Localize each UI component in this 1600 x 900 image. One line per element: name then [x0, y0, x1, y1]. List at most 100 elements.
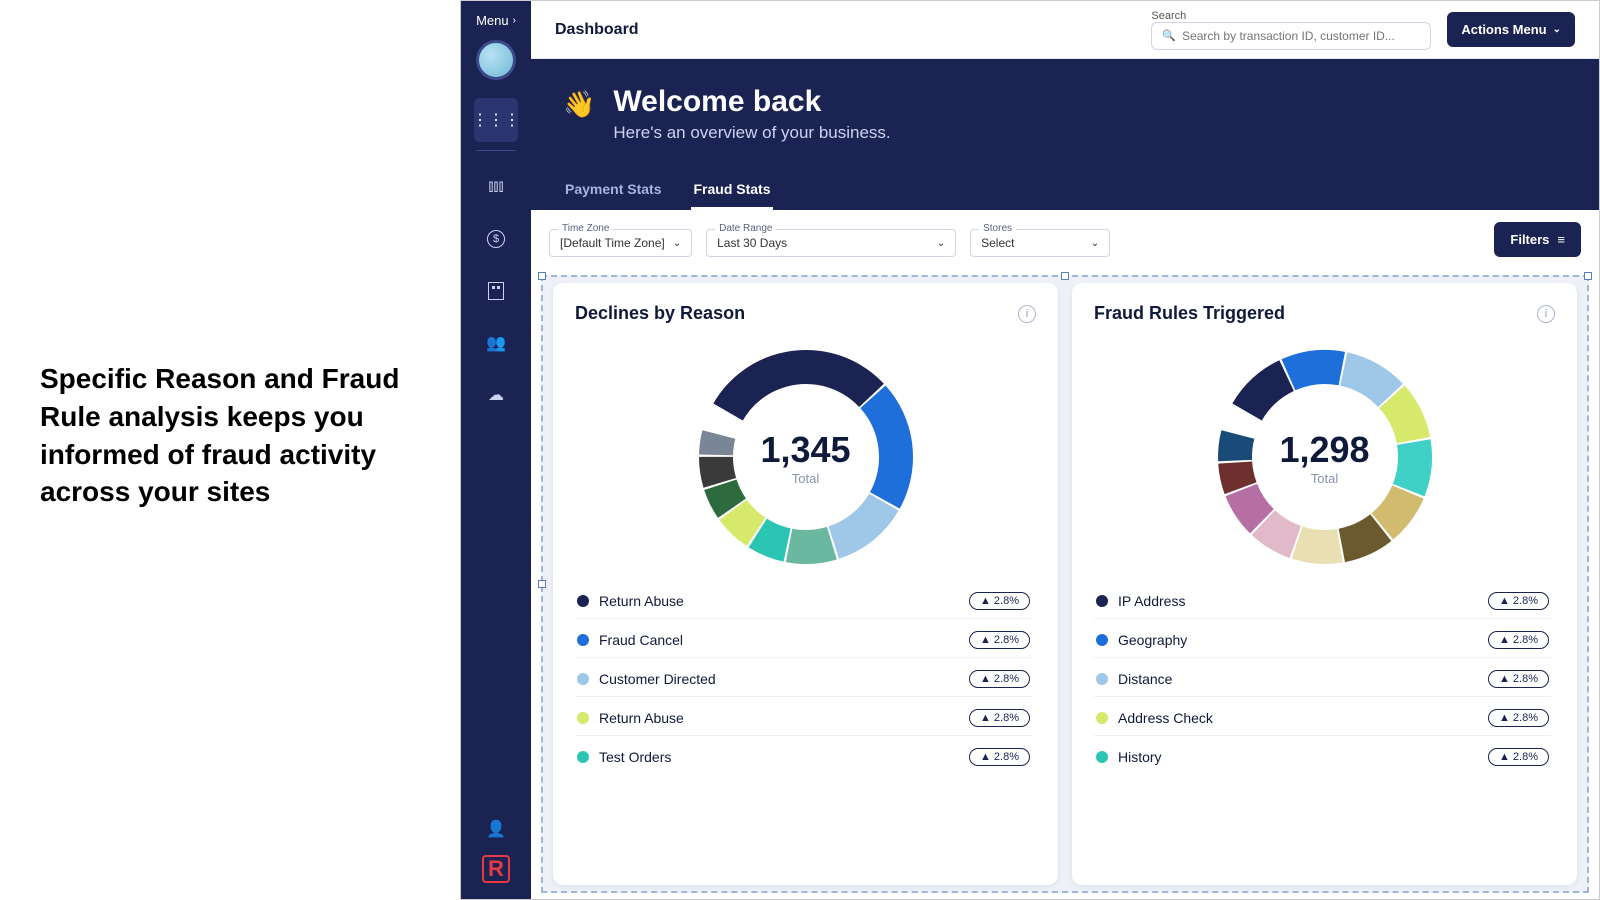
legend-row[interactable]: Return Abuse ▲ 2.8% [575, 705, 1032, 736]
legend-swatch [577, 712, 589, 724]
trend-pill: ▲ 2.8% [1488, 631, 1549, 649]
legend-name: History [1118, 749, 1162, 765]
legend-row[interactable]: IP Address ▲ 2.8% [1094, 588, 1551, 619]
nav-building[interactable] [474, 269, 518, 313]
legend-swatch [577, 634, 589, 646]
legend-row[interactable]: Test Orders▲ 2.8% [575, 744, 1032, 768]
filters-button[interactable]: Filters ≡ [1494, 222, 1581, 257]
legend-swatch [577, 673, 589, 685]
legend-name: Fraud Cancel [599, 632, 683, 648]
trend-pill: ▲ 2.8% [969, 709, 1030, 727]
legend-swatch [1096, 673, 1108, 685]
donut-chart-fraud: 1,298 Total [1210, 342, 1440, 572]
search-field: Search 🔍 [1151, 10, 1431, 50]
search-label: Search [1151, 10, 1431, 22]
search-icon: 🔍 [1162, 29, 1176, 42]
chevron-down-icon: ⌄ [1091, 238, 1099, 249]
search-box[interactable]: 🔍 [1151, 22, 1431, 50]
trend-pill: ▲ 2.8% [969, 670, 1030, 688]
trend-pill: ▲ 2.8% [1488, 592, 1549, 610]
nav-charts[interactable]: ⫾⫾⫾ [474, 165, 518, 209]
info-icon[interactable]: i [1018, 305, 1036, 323]
bar-chart-icon: ⫾⫾⫾ [488, 178, 503, 196]
tabs: Payment Stats Fraud Stats [563, 171, 1567, 210]
filter-icon: ≡ [1557, 232, 1565, 247]
legend-row[interactable]: Distance ▲ 2.8% [1094, 666, 1551, 697]
search-input[interactable] [1182, 29, 1420, 43]
currency-icon: $ [487, 230, 505, 248]
legend-swatch [1096, 595, 1108, 607]
building-icon [488, 282, 504, 300]
nav-apps[interactable]: ⋮⋮⋮ [474, 98, 518, 142]
main-pane: Dashboard Search 🔍 Actions Menu ⌄ 👋 Welc… [531, 1, 1599, 899]
legend-row[interactable]: Fraud Cancel▲ 2.8% [575, 627, 1032, 658]
profile-icon: 👤 [486, 819, 506, 839]
legend-name: Geography [1118, 632, 1187, 648]
menu-label: Menu [476, 13, 509, 28]
daterange-value: Last 30 Days [717, 236, 787, 250]
nav-divider [476, 150, 516, 151]
daterange-select[interactable]: Date Range Last 30 Days⌄ [706, 229, 956, 257]
side-nav: Menu › ⋮⋮⋮ ⫾⫾⫾ $ 👥 ☁ 👤 R [461, 1, 531, 899]
legend-declines[interactable]: Return Abuse▲ 2.8%Fraud Cancel▲ 2.8%Cust… [575, 588, 1036, 768]
nav-cloud[interactable]: ☁ [474, 373, 518, 417]
legend-row[interactable]: Return Abuse ▲ 2.8% [575, 588, 1032, 619]
legend-name: Return Abuse [599, 593, 684, 609]
users-icon: 👥 [486, 333, 506, 353]
menu-toggle[interactable]: Menu › [476, 13, 516, 28]
legend-row[interactable]: Geography ▲ 2.8% [1094, 627, 1551, 658]
legend-row[interactable]: History ▲ 2.8% [1094, 744, 1551, 768]
nav-profile[interactable]: 👤 [474, 807, 518, 851]
stores-value: Select [981, 236, 1014, 250]
trend-pill: ▲ 2.8% [1488, 709, 1549, 727]
avatar[interactable] [476, 40, 516, 80]
cloud-icon: ☁ [488, 385, 504, 405]
topbar: Dashboard Search 🔍 Actions Menu ⌄ [531, 1, 1599, 59]
donut-total-label: Total [792, 471, 819, 486]
nav-currency[interactable]: $ [474, 217, 518, 261]
page-title: Dashboard [555, 21, 639, 39]
legend-name: Address Check [1118, 710, 1213, 726]
grid-icon: ⋮⋮⋮ [472, 110, 520, 130]
chevron-down-icon: ⌄ [673, 238, 681, 249]
legend-name: Return Abuse [599, 710, 684, 726]
resize-handle[interactable] [538, 272, 546, 280]
donut-chart-declines: 1,345 Total [691, 342, 921, 572]
legend-name: Distance [1118, 671, 1172, 687]
legend-name: Customer Directed [599, 671, 716, 687]
info-icon[interactable]: i [1537, 305, 1555, 323]
nav-users[interactable]: 👥 [474, 321, 518, 365]
resize-handle[interactable] [1061, 272, 1069, 280]
resize-handle[interactable] [1584, 272, 1592, 280]
trend-pill: ▲ 2.8% [969, 592, 1030, 610]
card-declines: Declines by Reason i 1,345 Total Return … [553, 283, 1058, 885]
hero-subheading: Here's an overview of your business. [613, 123, 890, 143]
stores-label: Stores [979, 223, 1016, 234]
legend-swatch [577, 595, 589, 607]
legend-row[interactable]: Customer Directed ▲ 2.8% [575, 666, 1032, 697]
legend-fraud[interactable]: IP Address ▲ 2.8% Geography ▲ 2.8% Distance ▲… [1094, 588, 1555, 768]
trend-pill: ▲ 2.8% [969, 748, 1030, 766]
brand-logo[interactable]: R [482, 855, 510, 883]
trend-pill: ▲ 2.8% [1488, 748, 1549, 766]
chevron-down-icon: ⌄ [1553, 24, 1561, 35]
actions-menu-button[interactable]: Actions Menu ⌄ [1447, 12, 1575, 47]
timezone-value: [Default Time Zone] [560, 236, 665, 250]
legend-swatch [1096, 751, 1108, 763]
tab-fraud-stats[interactable]: Fraud Stats [691, 171, 772, 210]
filters-btn-label: Filters [1510, 232, 1549, 247]
filters-row: Time Zone [Default Time Zone]⌄ Date Rang… [531, 210, 1599, 269]
legend-name: IP Address [1118, 593, 1185, 609]
timezone-select[interactable]: Time Zone [Default Time Zone]⌄ [549, 229, 692, 257]
wave-icon: 👋 [563, 91, 595, 117]
trend-pill: ▲ 2.8% [1488, 670, 1549, 688]
resize-handle[interactable] [538, 580, 546, 588]
legend-row[interactable]: Address Check ▲ 2.8% [1094, 705, 1551, 736]
legend-swatch [1096, 712, 1108, 724]
card-title: Fraud Rules Triggered [1094, 303, 1285, 324]
marketing-caption: Specific Reason and Fraud Rule analysis … [40, 360, 420, 511]
tab-payment-stats[interactable]: Payment Stats [563, 171, 663, 210]
stores-select[interactable]: Stores Select⌄ [970, 229, 1110, 257]
actions-label: Actions Menu [1461, 22, 1546, 37]
donut-total-value: 1,298 [1279, 429, 1369, 471]
